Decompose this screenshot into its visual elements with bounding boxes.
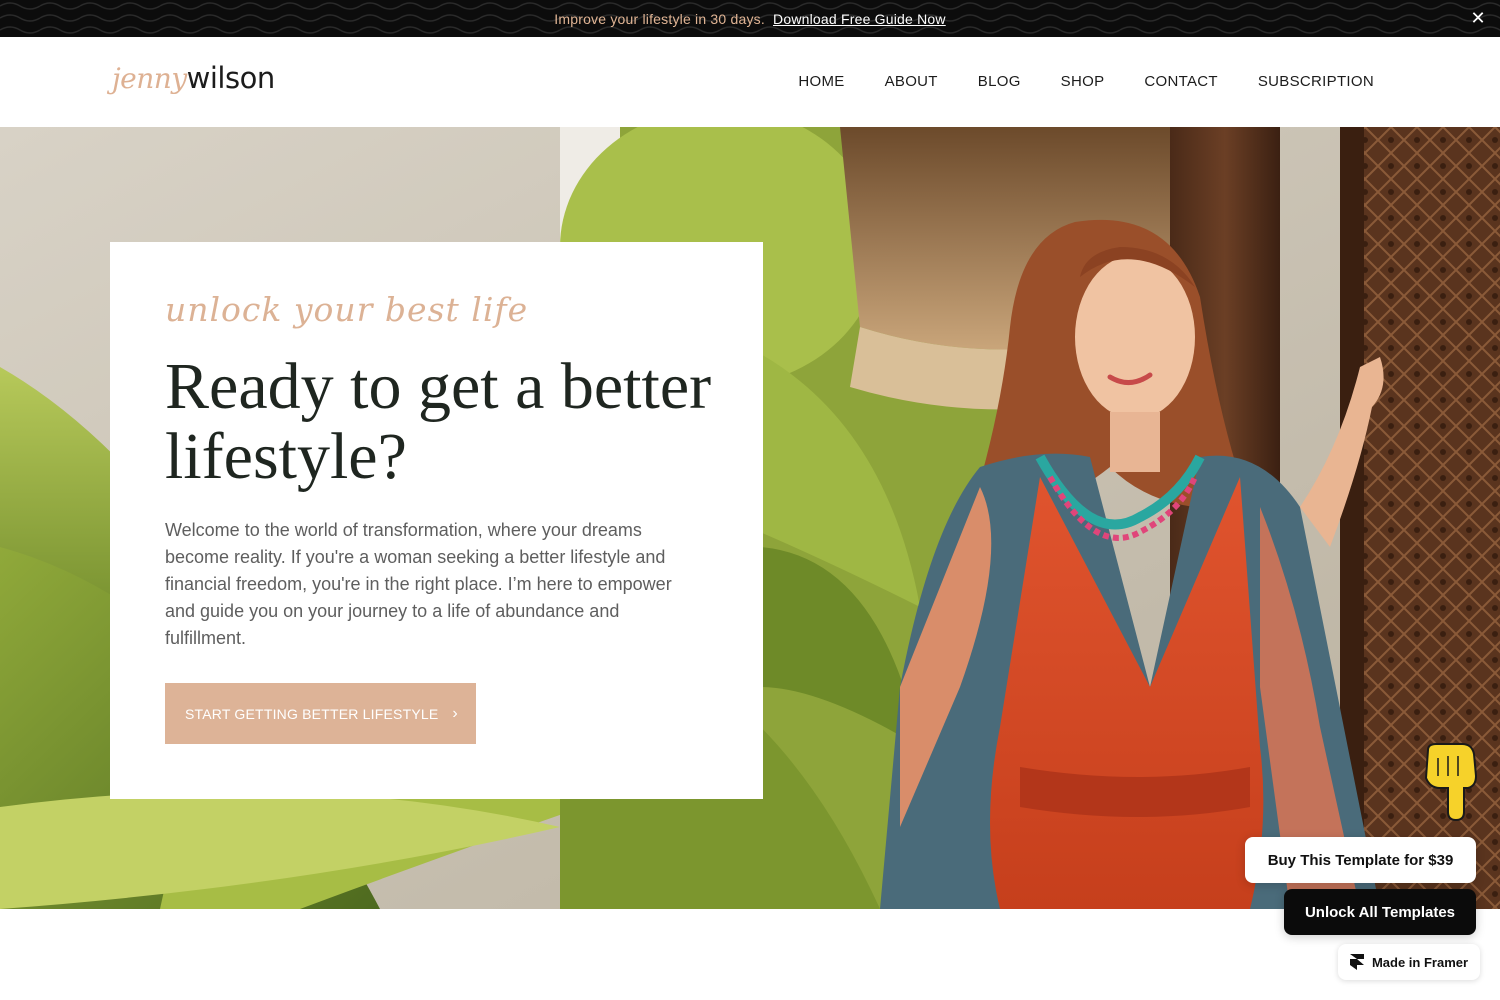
logo-first-name: jenny bbox=[112, 62, 187, 95]
download-guide-link[interactable]: Download Free Guide Now bbox=[773, 11, 946, 27]
announcement-message: Improve your lifestyle in 30 days. Downl… bbox=[554, 11, 945, 27]
chevron-right-icon: › bbox=[452, 704, 458, 722]
announcement-bar: Improve your lifestyle in 30 days. Downl… bbox=[0, 0, 1500, 37]
site-header: jenny wilson HOME ABOUT BLOG SHOP CONTAC… bbox=[0, 37, 1500, 127]
nav-shop[interactable]: SHOP bbox=[1061, 73, 1105, 90]
hero-card: unlock your best life Ready to get a bet… bbox=[110, 242, 763, 799]
nav-blog[interactable]: BLOG bbox=[978, 73, 1021, 90]
start-lifestyle-button[interactable]: START GETTING BETTER LIFESTYLE › bbox=[165, 683, 476, 744]
made-in-framer-badge[interactable]: Made in Framer bbox=[1338, 944, 1480, 980]
logo[interactable]: jenny wilson bbox=[112, 61, 275, 105]
pointing-hand-icon bbox=[1424, 743, 1478, 822]
logo-last-name: wilson bbox=[186, 61, 276, 95]
hero-body-text: Welcome to the world of transformation, … bbox=[165, 520, 672, 648]
unlock-templates-button[interactable]: Unlock All Templates bbox=[1284, 889, 1476, 935]
nav-home[interactable]: HOME bbox=[798, 73, 844, 90]
nav-subscription[interactable]: SUBSCRIPTION bbox=[1258, 73, 1374, 90]
main-nav: HOME ABOUT BLOG SHOP CONTACT SUBSCRIPTIO… bbox=[798, 73, 1374, 90]
made-in-framer-label: Made in Framer bbox=[1371, 954, 1469, 970]
nav-about[interactable]: ABOUT bbox=[885, 73, 938, 90]
close-icon[interactable]: ✕ bbox=[1468, 8, 1488, 28]
hero-heading: Ready to get a better lifestyle? bbox=[165, 350, 712, 493]
hero-section: unlock your best life Ready to get a bet… bbox=[0, 127, 1500, 909]
announcement-lead: Improve your lifestyle in 30 days. bbox=[554, 10, 765, 27]
start-lifestyle-label: START GETTING BETTER LIFESTYLE bbox=[185, 705, 439, 722]
buy-template-button[interactable]: Buy This Template for $39 bbox=[1245, 837, 1476, 883]
hero-tagline: unlock your best life bbox=[165, 290, 529, 329]
nav-contact[interactable]: CONTACT bbox=[1144, 73, 1217, 90]
framer-logo-icon bbox=[1349, 954, 1364, 970]
